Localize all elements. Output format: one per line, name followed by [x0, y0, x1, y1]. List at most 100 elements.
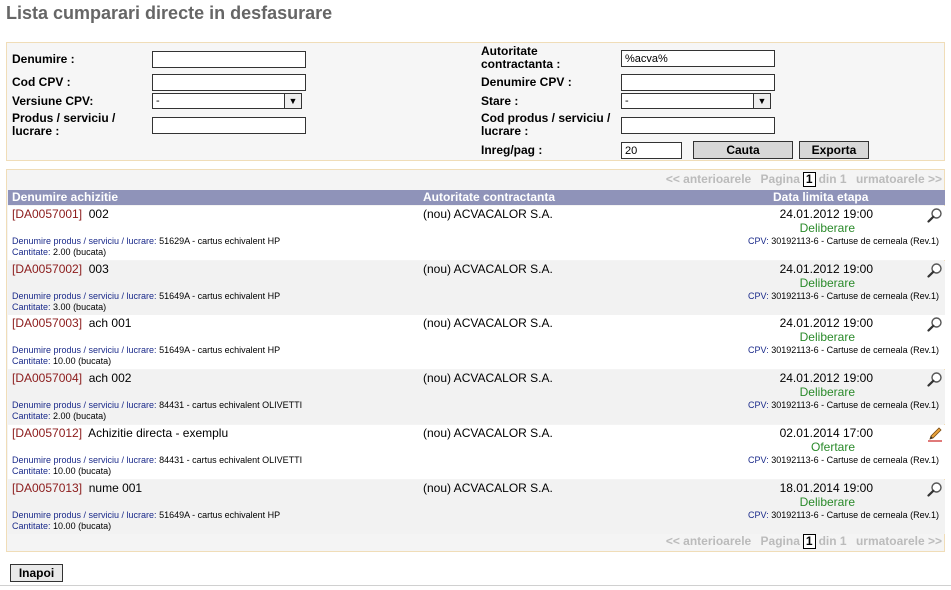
cpv-key: CPV: — [748, 345, 769, 356]
cpv-value: 30192113-6 - Cartuse de cerneala (Rev.1) — [771, 454, 939, 465]
produs-label-line2: lucrare : — [12, 124, 60, 138]
procurement-name: [DA0057001] 002 — [12, 207, 109, 221]
pager-current-input[interactable]: 1 — [802, 534, 816, 549]
procurement-id-link[interactable]: [DA0057012] — [12, 426, 82, 440]
magnifier-icon[interactable] — [927, 262, 943, 278]
procurement-id-link[interactable]: [DA0057003] — [12, 316, 82, 330]
pager-bottom: << anterioarele Pagina 1 din 1 urmatoarele… — [660, 534, 942, 549]
product-line: Denumire produs / serviciu / lucrare: 84… — [12, 400, 302, 410]
product-line: Denumire produs / serviciu / lucrare: 84… — [12, 455, 302, 465]
table-row: [DA0057013] nume 001 (nou) ACVACALOR S.A.… — [8, 479, 945, 534]
inreg-input[interactable] — [621, 142, 682, 159]
pencil-icon[interactable] — [927, 426, 943, 442]
pager-next-link[interactable]: urmatoarele >> — [856, 172, 942, 186]
pager-of: din 1 — [818, 534, 847, 548]
pager-prev-link[interactable]: << anterioarele — [666, 172, 751, 186]
quantity-value: 3.00 (bucata) — [53, 301, 107, 312]
cpv-line: CPV: 30192113-6 - Cartuse de cerneala (R… — [748, 236, 939, 246]
denumire-cpv-label: Denumire CPV : — [481, 75, 572, 89]
versiune-cpv-value: - — [156, 95, 160, 107]
search-panel: Denumire : Cod CPV : Versiune CPV: - ▼ P… — [6, 42, 945, 161]
procurement-id-link[interactable]: [DA0057013] — [12, 481, 82, 495]
product-value: 51649A - cartus echivalent HP — [159, 509, 281, 520]
bottom-divider — [0, 585, 951, 586]
authority-name: (nou) ACVACALOR S.A. — [423, 316, 553, 331]
deadline-date: 24.01.2012 19:00 — [779, 316, 873, 331]
quantity-key: Cantitate: — [12, 356, 51, 367]
stare-label: Stare : — [481, 94, 519, 108]
product-line: Denumire produs / serviciu / lucrare: 51… — [12, 236, 280, 246]
cod-produs-input[interactable] — [621, 117, 775, 134]
pager-next-link[interactable]: urmatoarele >> — [856, 534, 942, 548]
quantity-key: Cantitate: — [12, 520, 51, 531]
pager-prev-link[interactable]: << anterioarele — [666, 534, 751, 548]
denumire-cpv-input[interactable] — [621, 74, 775, 91]
quantity-line: Cantitate: 10.00 (bucata) — [12, 356, 111, 366]
magnifier-icon[interactable] — [927, 371, 943, 387]
procurement-title: Achizitie directa - exemplu — [88, 425, 229, 440]
back-button[interactable]: Inapoi — [10, 564, 63, 582]
quantity-value: 2.00 (bucata) — [53, 247, 107, 257]
quantity-key: Cantitate: — [12, 411, 51, 422]
procurement-id-link[interactable]: [DA0057004] — [12, 371, 82, 385]
stare-select[interactable]: - ▼ — [621, 93, 771, 109]
magnifier-icon[interactable] — [927, 207, 943, 223]
product-value: 84431 - cartus echivalent OLIVETTI — [159, 400, 303, 411]
autoritate-label-line2: contractanta : — [481, 57, 561, 71]
quantity-value: 2.00 (bucata) — [53, 411, 107, 422]
quantity-value: 10.00 (bucata) — [53, 465, 112, 476]
cpv-key: CPV: — [748, 236, 769, 246]
col-autoritate-contractanta[interactable]: Autoritate contractanta — [423, 190, 555, 205]
quantity-line: Cantitate: 2.00 (bucata) — [12, 411, 106, 421]
deadline-date: 18.01.2014 19:00 — [779, 480, 873, 495]
table-row: [DA0057004] ach 002 (nou) ACVACALOR S.A. 2… — [8, 370, 945, 425]
authority-name: (nou) ACVACALOR S.A. — [423, 425, 553, 440]
cpv-value: 30192113-6 - Cartuse de cerneala (Rev.1) — [771, 290, 939, 301]
versiune-cpv-label: Versiune CPV: — [12, 94, 94, 108]
product-key: Denumire produs / serviciu / lucrare: — [12, 345, 157, 356]
stage-status: Deliberare — [799, 330, 855, 345]
cpv-line: CPV: 30192113-6 - Cartuse de cerneala (R… — [748, 400, 939, 410]
pager-current-input[interactable]: 1 — [802, 172, 816, 187]
procurement-id-link[interactable]: [DA0057001] — [12, 207, 82, 221]
col-data-limita-etapa[interactable]: Data limita etapa — [773, 190, 868, 205]
quantity-value: 10.00 (bucata) — [53, 356, 112, 367]
procurement-name: [DA0057012] Achizitie directa - exemplu — [12, 426, 228, 440]
denumire-input[interactable] — [152, 51, 306, 68]
cpv-key: CPV: — [748, 454, 769, 465]
authority-name: (nou) ACVACALOR S.A. — [423, 371, 553, 386]
results-panel: << anterioarele Pagina 1 din 1 urmatoarele… — [6, 169, 945, 552]
table-row: [DA0057012] Achizitie directa - exemplu (… — [8, 424, 945, 479]
procurement-title: 003 — [88, 261, 109, 276]
product-key: Denumire produs / serviciu / lucrare: — [12, 400, 157, 411]
chevron-down-icon: ▼ — [753, 94, 770, 108]
produs-label: Produs / serviciu / lucrare : — [12, 112, 115, 138]
autoritate-input[interactable] — [621, 50, 775, 67]
cod-cpv-input[interactable] — [152, 74, 306, 91]
quantity-key: Cantitate: — [12, 301, 51, 312]
quantity-line: Cantitate: 10.00 (bucata) — [12, 521, 111, 531]
product-value: 84431 - cartus echivalent OLIVETTI — [159, 454, 303, 465]
cod-produs-label: Cod produs / serviciu / lucrare : — [481, 112, 610, 138]
quantity-key: Cantitate: — [12, 465, 51, 476]
cpv-value: 30192113-6 - Cartuse de cerneala (Rev.1) — [771, 509, 939, 520]
denumire-label: Denumire : — [12, 52, 75, 66]
procurement-id-link[interactable]: [DA0057002] — [12, 262, 82, 276]
deadline-date: 24.01.2012 19:00 — [779, 207, 873, 221]
export-button[interactable]: Exporta — [799, 141, 869, 159]
search-button[interactable]: Cauta — [693, 141, 793, 159]
magnifier-icon[interactable] — [927, 481, 943, 497]
versiune-cpv-select[interactable]: - ▼ — [152, 93, 302, 109]
table-row: [DA0057003] ach 001 (nou) ACVACALOR S.A. 2… — [8, 315, 945, 370]
stage-status: Deliberare — [799, 275, 855, 290]
deadline-date: 24.01.2012 19:00 — [779, 261, 873, 276]
pager-top: << anterioarele Pagina 1 din 1 urmatoarele… — [660, 172, 942, 187]
stage-status: Ofertare — [810, 439, 855, 454]
cpv-key: CPV: — [748, 400, 769, 411]
col-denumire-achizitie[interactable]: Denumire achizitie — [12, 190, 118, 205]
product-key: Denumire produs / serviciu / lucrare: — [12, 454, 157, 465]
cpv-value: 30192113-6 - Cartuse de cerneala (Rev.1) — [771, 345, 939, 356]
magnifier-icon[interactable] — [927, 316, 943, 332]
product-value: 51629A - cartus echivalent HP — [159, 236, 281, 246]
produs-input[interactable] — [152, 117, 306, 134]
